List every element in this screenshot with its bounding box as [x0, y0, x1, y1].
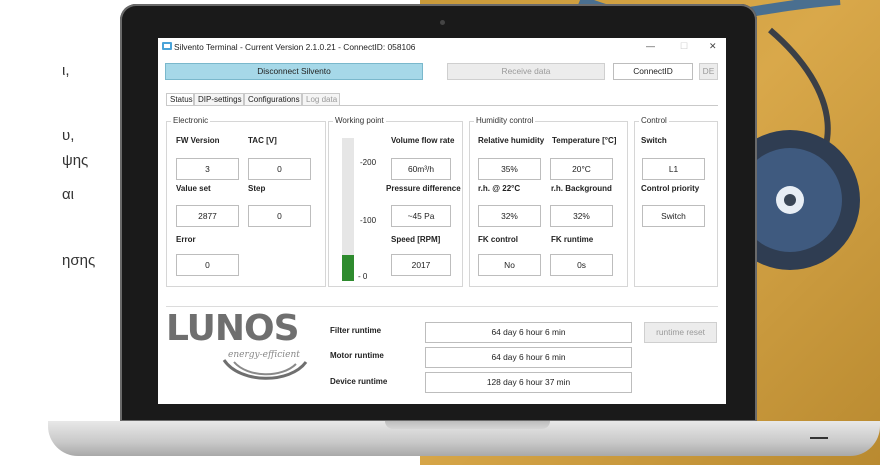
switch-label: Switch — [641, 136, 667, 145]
side-text-3: ψης — [62, 152, 89, 169]
title-bar: Silvento Terminal - Current Version 2.1.… — [158, 38, 726, 56]
laptop-notch — [385, 421, 550, 429]
tab-configurations[interactable]: Configurations — [244, 93, 302, 105]
motor-runtime-field: 64 day 6 hour 6 min — [425, 347, 632, 368]
logo-swoosh-icon — [222, 359, 308, 380]
side-text-1: ι, — [62, 62, 70, 79]
maximize-button[interactable]: ☐ — [680, 41, 688, 52]
tab-dip-settings[interactable]: DIP-settings — [194, 93, 244, 105]
control-title: Control — [639, 116, 669, 125]
step-field: 0 — [248, 205, 311, 227]
laptop-indicator — [810, 437, 828, 439]
gauge-fill — [342, 255, 354, 281]
window-title: Silvento Terminal - Current Version 2.1.… — [174, 42, 416, 52]
runtime-reset-button[interactable]: runtime reset — [644, 322, 717, 343]
device-runtime-label: Device runtime — [330, 377, 388, 386]
switch-field: L1 — [642, 158, 705, 180]
fk-runtime-label: FK runtime — [551, 235, 594, 244]
lunos-logo: LUNOS — [166, 308, 300, 349]
minimize-button[interactable]: — — [646, 41, 655, 51]
app-window: Silvento Terminal - Current Version 2.1.… — [158, 38, 726, 404]
app-icon — [162, 42, 172, 50]
temperature-field: 20°C — [550, 158, 613, 180]
camera-icon — [440, 20, 445, 25]
step-label: Step — [248, 184, 266, 193]
value-set-field: 2877 — [176, 205, 239, 227]
receive-data-button[interactable]: Receive data — [447, 63, 605, 80]
electronic-title: Electronic — [171, 116, 211, 125]
motor-runtime-label: Motor runtime — [330, 351, 384, 360]
pressure-field: ~45 Pa — [391, 205, 451, 227]
temperature-label: Temperature [°C] — [552, 136, 617, 145]
side-text-5: ησης — [62, 252, 96, 269]
working-point-title: Working point — [333, 116, 386, 125]
control-priority-label: Control priority — [641, 184, 700, 193]
humidity-control-title: Humidity control — [474, 116, 536, 125]
connect-id-input[interactable]: ConnectID — [613, 63, 693, 80]
device-runtime-field: 128 day 6 hour 37 min — [425, 372, 632, 393]
tab-divider — [166, 105, 718, 106]
gauge-tick-0: - 0 — [358, 272, 368, 281]
speed-label: Speed [RPM] — [391, 235, 441, 244]
error-field: 0 — [176, 254, 239, 276]
tab-log-data[interactable]: Log data — [302, 93, 340, 105]
gauge-tick-200: -200 — [360, 158, 377, 167]
fk-control-label: FK control — [478, 235, 518, 244]
rel-humidity-label: Relative humidity — [478, 136, 545, 145]
side-text-4: αι — [62, 186, 75, 203]
fk-runtime-field: 0s — [550, 254, 613, 276]
close-button[interactable]: ✕ — [709, 41, 717, 52]
rh-background-field: 32% — [550, 205, 613, 227]
tac-field: 0 — [248, 158, 311, 180]
pressure-label: Pressure difference — [386, 184, 461, 193]
working-point-gauge — [342, 138, 354, 281]
fw-version-label: FW Version — [176, 136, 220, 145]
disconnect-button[interactable]: Disconnect Silvento — [165, 63, 423, 80]
volume-flow-label: Volume flow rate — [391, 136, 455, 145]
speed-field: 2017 — [391, 254, 451, 276]
volume-flow-field: 60m³/h — [391, 158, 451, 180]
language-button[interactable]: DE — [699, 63, 718, 80]
fk-control-field: No — [478, 254, 541, 276]
tac-label: TAC [V] — [248, 136, 277, 145]
fw-version-field: 3 — [176, 158, 239, 180]
side-text-2: υ, — [62, 127, 75, 144]
filter-runtime-label: Filter runtime — [330, 326, 382, 335]
rh22-label: r.h. @ 22°C — [478, 184, 521, 193]
error-label: Error — [176, 235, 196, 244]
rh22-field: 32% — [478, 205, 541, 227]
rh-background-label: r.h. Background — [551, 184, 612, 193]
gauge-tick-100: -100 — [360, 216, 377, 225]
filter-runtime-field: 64 day 6 hour 6 min — [425, 322, 632, 343]
control-group: Control — [634, 116, 718, 287]
value-set-label: Value set — [176, 184, 211, 193]
rel-humidity-field: 35% — [478, 158, 541, 180]
control-priority-field: Switch — [642, 205, 705, 227]
